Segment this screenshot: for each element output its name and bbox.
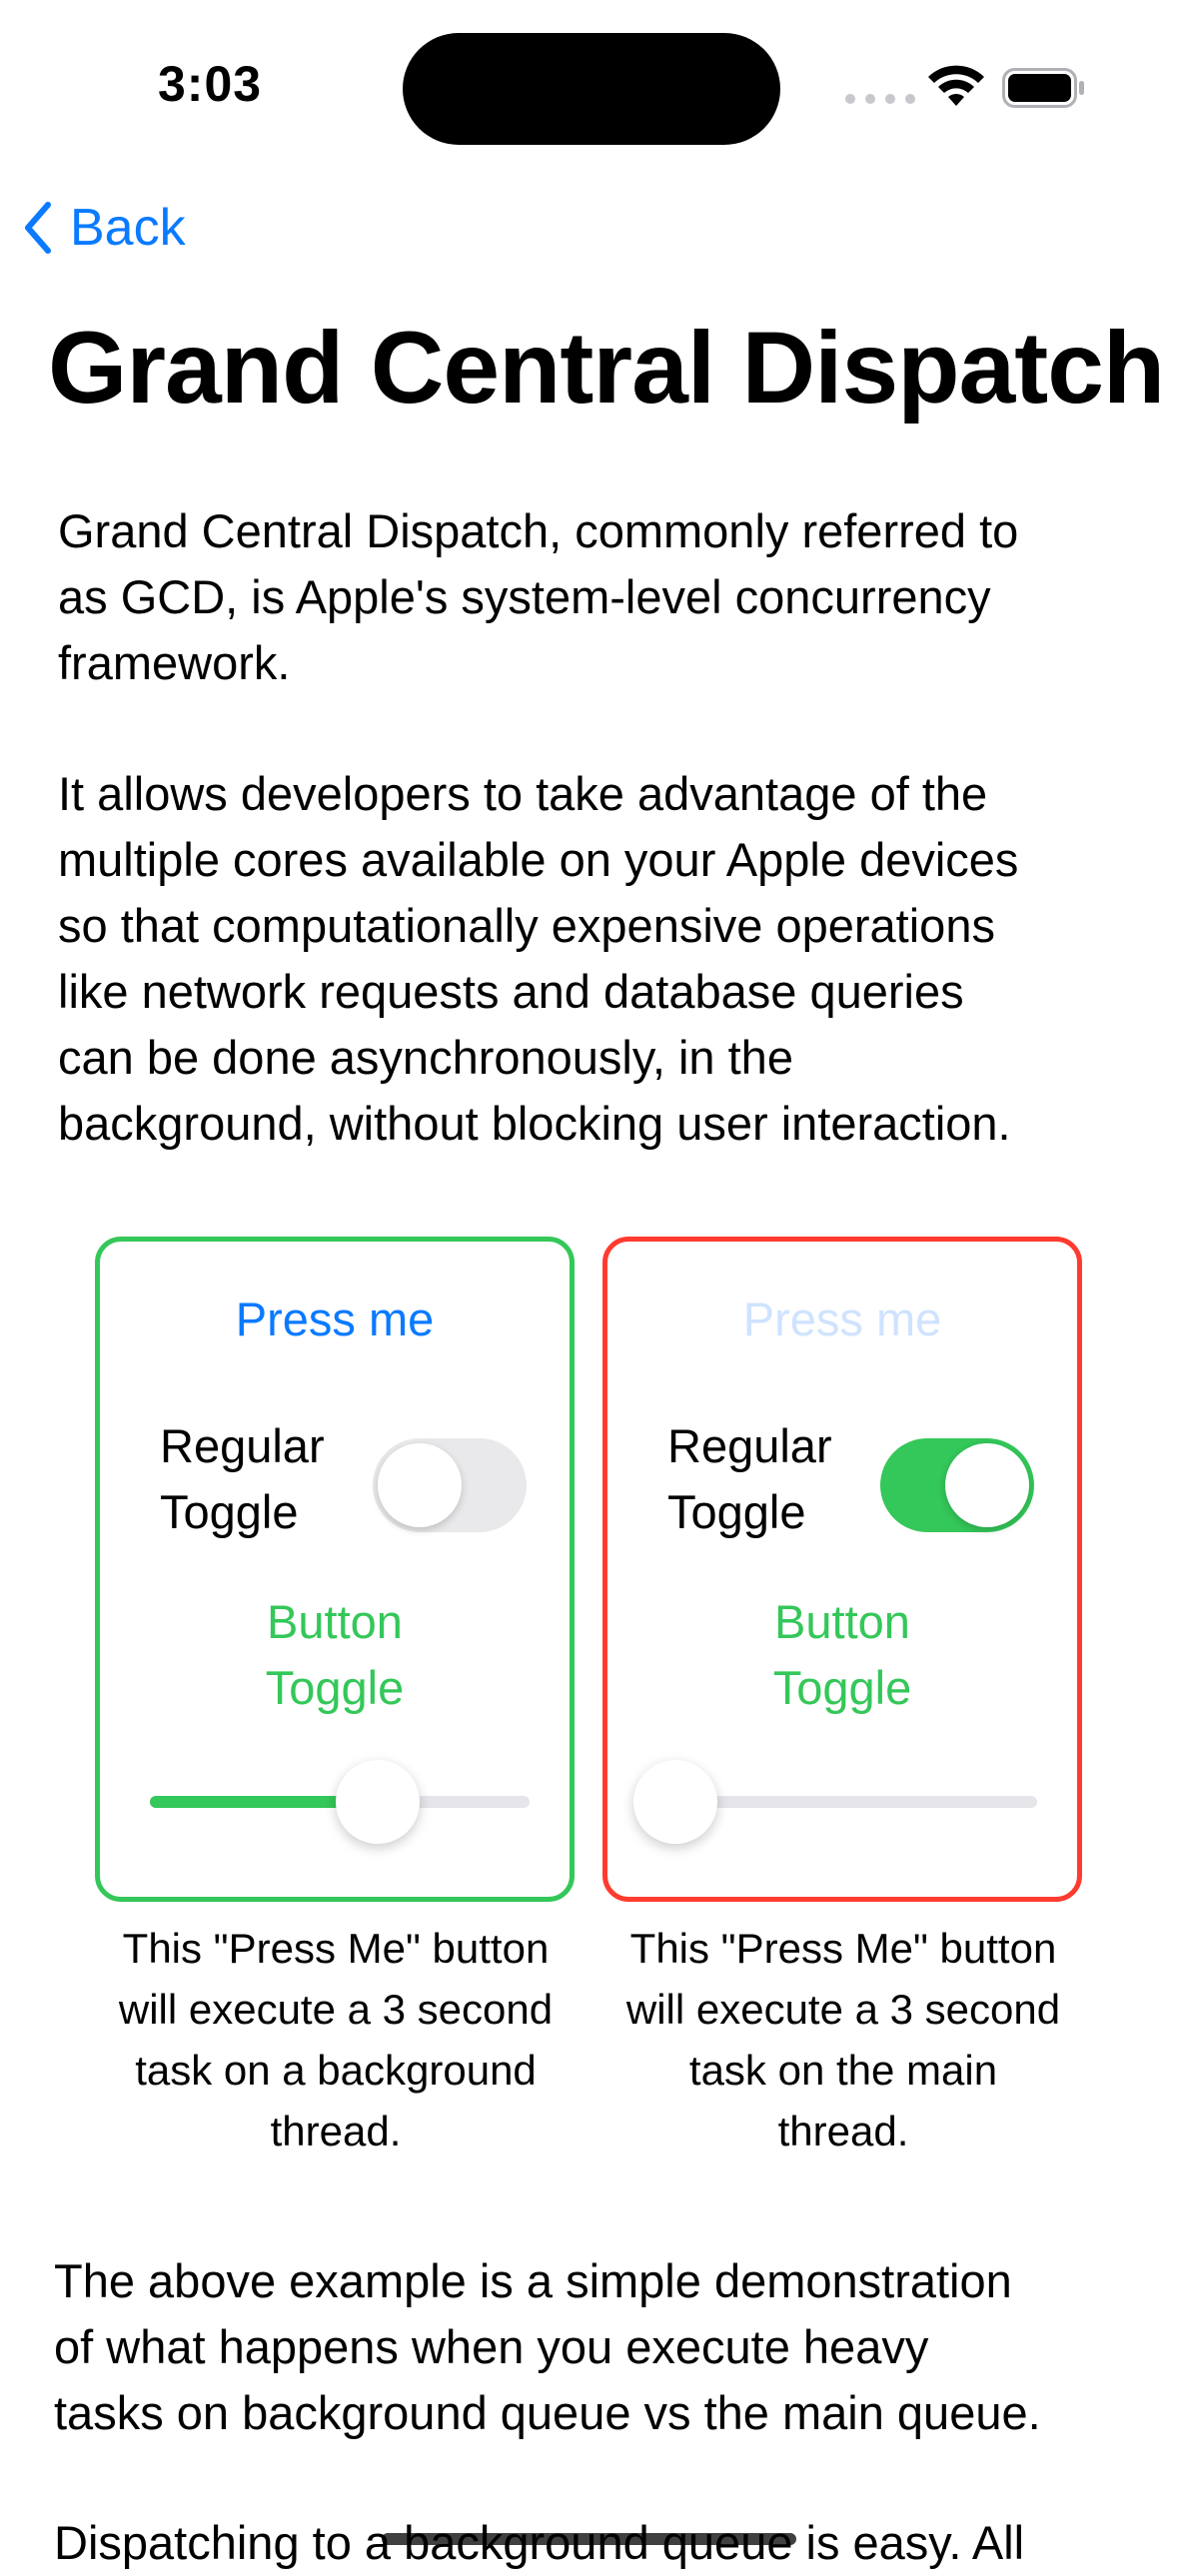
page-title: Grand Central Dispatch — [48, 311, 1165, 425]
paragraph-line: framework. — [58, 636, 291, 689]
main-demo-caption: This "Press Me" button will execute a 3 … — [625, 1925, 1061, 2154]
background-demo-caption: This "Press Me" button will execute a 3 … — [118, 1925, 554, 2154]
regular-toggle-switch[interactable] — [880, 1438, 1034, 1532]
paragraph-line: tasks on background queue vs the main qu… — [54, 2386, 1041, 2439]
toggle-knob — [378, 1443, 462, 1527]
battery-icon — [1002, 68, 1086, 113]
paragraph-line: can be done asynchronously, in the — [58, 1031, 793, 1084]
regular-toggle-label: Regular Toggle — [667, 1419, 832, 1538]
body-paragraph: It allows developers to take advantage o… — [58, 761, 1018, 1157]
paragraph-line: background, without blocking user intera… — [58, 1097, 1011, 1150]
status-time: 3:03 — [158, 56, 263, 112]
press-me-button[interactable]: Press me — [100, 1291, 570, 1346]
paragraph-line: multiple cores available on your Apple d… — [58, 833, 1019, 886]
slider-thumb[interactable] — [633, 1760, 717, 1844]
regular-toggle-label: Regular Toggle — [160, 1419, 325, 1538]
paragraph-line: of what happens when you execute heavy — [54, 2320, 929, 2373]
dynamic-island — [403, 33, 780, 145]
paragraph-line: like network requests and database queri… — [58, 965, 964, 1018]
regular-toggle-switch[interactable] — [373, 1438, 527, 1532]
home-indicator[interactable] — [382, 2533, 796, 2545]
back-button[interactable]: Back — [22, 198, 186, 258]
paragraph-line: It allows developers to take advantage o… — [58, 767, 988, 820]
button-toggle[interactable]: Button Toggle — [607, 1589, 1077, 1721]
toggle-knob — [945, 1443, 1029, 1527]
demo-slider[interactable] — [150, 1760, 530, 1844]
paragraph-line: Grand Central Dispatch, commonly referre… — [58, 504, 1019, 557]
press-me-button-disabled[interactable]: Press me — [607, 1291, 1077, 1346]
paragraph-line: The above example is a simple demonstrat… — [54, 2254, 1012, 2307]
paragraph-line: as GCD, is Apple's system-level concurre… — [58, 570, 991, 623]
background-demo-card: Press me Regular Toggle Button Toggle — [95, 1237, 575, 1902]
demo-slider[interactable] — [633, 1760, 1037, 1844]
main-thread-demo-card: Press me Regular Toggle Button Toggle — [602, 1237, 1082, 1902]
intro-paragraph: Grand Central Dispatch, commonly referre… — [58, 498, 1018, 696]
back-label: Back — [70, 199, 186, 257]
wifi-icon — [927, 64, 985, 113]
slider-thumb[interactable] — [336, 1760, 420, 1844]
chevron-left-icon — [22, 201, 52, 255]
cellular-signal-icon — [845, 94, 915, 104]
button-toggle[interactable]: Button Toggle — [100, 1589, 570, 1721]
summary-paragraph: The above example is a simple demonstrat… — [54, 2248, 1041, 2446]
paragraph-line: so that computationally expensive operat… — [58, 899, 995, 952]
